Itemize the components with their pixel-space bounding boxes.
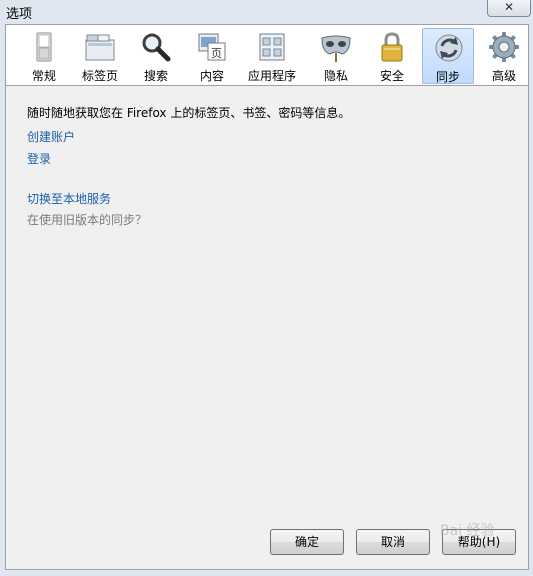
magnifier-icon bbox=[142, 33, 171, 62]
sync-pane-content: 随时随地获取您在 Firefox 上的标签页、书签、密码等信息。 创建账户 登录… bbox=[6, 86, 528, 569]
pane-general-label: 常规 bbox=[31, 69, 56, 83]
switch-local-service-link[interactable]: 切换至本地服务 bbox=[27, 190, 111, 207]
gear-icon bbox=[489, 32, 519, 62]
pane-tabs-label: 标签页 bbox=[81, 69, 118, 83]
preferences-toolbar: 常规 标签页 搜索 页 内容 应用程序 隐私 安全 同步 高级 bbox=[6, 25, 528, 86]
pane-content-label: 内容 bbox=[199, 69, 224, 83]
sign-in-link[interactable]: 登录 bbox=[27, 150, 51, 167]
create-account-link[interactable]: 创建账户 bbox=[27, 128, 75, 145]
window-titlebar: 选项 ✕ bbox=[0, 0, 533, 24]
pane-security[interactable]: 安全 bbox=[366, 28, 418, 84]
window-title: 选项 bbox=[6, 7, 33, 22]
pane-tabs[interactable]: 标签页 bbox=[74, 28, 126, 84]
cancel-button[interactable]: 取消 bbox=[356, 529, 430, 555]
pane-content[interactable]: 页 内容 bbox=[186, 28, 238, 84]
pane-sync[interactable]: 同步 bbox=[422, 28, 474, 84]
close-button[interactable]: ✕ bbox=[487, 0, 531, 17]
pane-applications[interactable]: 应用程序 bbox=[246, 28, 298, 84]
pane-privacy-label: 隐私 bbox=[323, 69, 348, 83]
pane-search[interactable]: 搜索 bbox=[130, 28, 182, 84]
pane-sync-label: 同步 bbox=[435, 70, 460, 84]
old-sync-question: 在使用旧版本的同步？ bbox=[27, 213, 148, 227]
pane-security-label: 安全 bbox=[379, 69, 404, 83]
pane-applications-label: 应用程序 bbox=[247, 69, 296, 83]
applications-icon bbox=[259, 33, 285, 61]
pane-general[interactable]: 常规 bbox=[18, 28, 70, 84]
svg-text:页: 页 bbox=[211, 47, 222, 60]
padlock-icon bbox=[381, 32, 403, 62]
options-dialog: 常规 标签页 搜索 页 内容 应用程序 隐私 安全 同步 高级 随时随地获取您在… bbox=[5, 24, 529, 570]
watermark: Bai 经验 bbox=[440, 523, 495, 539]
pane-advanced[interactable]: 高级 bbox=[478, 28, 530, 84]
sync-intro-text: 随时随地获取您在 Firefox 上的标签页、书签、密码等信息。 bbox=[27, 106, 351, 120]
pane-privacy[interactable]: 隐私 bbox=[310, 28, 362, 84]
sync-arrows-icon bbox=[435, 34, 463, 62]
general-switch-icon bbox=[36, 32, 52, 62]
close-icon: ✕ bbox=[503, 0, 515, 14]
privacy-mask-icon bbox=[321, 35, 351, 62]
ok-button[interactable]: 确定 bbox=[270, 529, 344, 555]
content-page-icon: 页 bbox=[198, 33, 226, 61]
pane-advanced-label: 高级 bbox=[491, 69, 516, 83]
tabs-icon bbox=[85, 34, 115, 61]
pane-search-label: 搜索 bbox=[143, 69, 168, 83]
